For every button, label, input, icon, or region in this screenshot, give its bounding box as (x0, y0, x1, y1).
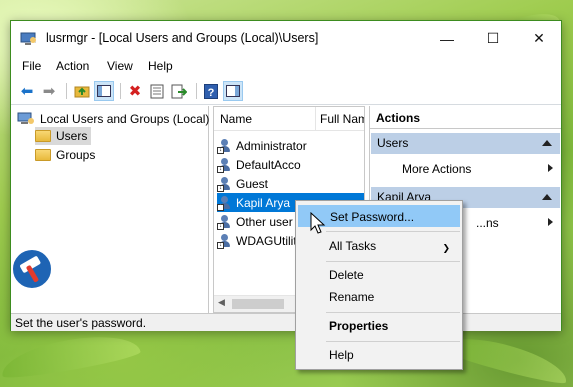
status-bar: Set the user's password. (11, 313, 561, 331)
close-button[interactable]: ✕ (516, 21, 562, 56)
background-leaf (0, 328, 142, 382)
tree-root[interactable]: Local Users and Groups (Local) (17, 110, 209, 128)
scrollbar-thumb[interactable] (232, 299, 284, 309)
user-icon: ↓ (217, 195, 233, 211)
section-title: Users (377, 136, 409, 150)
toolbar: ⬅ ➡ ✖ ? (11, 77, 561, 105)
user-name: DefaultAcco (236, 157, 301, 172)
action-more-actions-user[interactable]: ...ns (476, 216, 499, 230)
computer-users-icon (20, 32, 36, 45)
toolbar-separator (196, 83, 197, 99)
svg-text:?: ? (208, 87, 215, 99)
menu-help[interactable]: Help (148, 59, 173, 73)
menu-properties[interactable]: Properties (298, 315, 460, 337)
column-divider[interactable] (315, 107, 316, 131)
computer-users-icon (17, 112, 34, 124)
user-name: WDAGUtilit (236, 233, 297, 248)
action-more-actions[interactable]: More Actions (402, 162, 471, 176)
menu-action[interactable]: Action (56, 59, 89, 73)
user-icon: ↓ (217, 214, 233, 230)
menu-all-tasks[interactable]: All Tasks ❯ (298, 235, 460, 257)
user-name: Guest (236, 176, 269, 191)
column-name[interactable]: Name (220, 112, 252, 126)
properties-icon[interactable] (147, 81, 167, 101)
menu-separator (326, 341, 460, 342)
submenu-arrow-icon: ❯ (442, 243, 450, 253)
delete-icon[interactable]: ✖ (125, 81, 145, 101)
actions-header: Actions (370, 106, 561, 129)
actions-section-users[interactable]: Users (371, 133, 560, 154)
watermark-logo-icon (11, 248, 53, 290)
maximize-button[interactable]: ☐ (470, 21, 516, 56)
status-text: Set the user's password. (15, 316, 147, 330)
tree-root-label: Local Users and Groups (Local) (40, 112, 210, 126)
forward-arrow-icon[interactable]: ➡ (39, 81, 59, 101)
collapse-icon[interactable] (542, 140, 552, 146)
menu-label: Rename (329, 290, 375, 304)
lusrmgr-window: lusrmgr - [Local Users and Groups (Local… (10, 20, 562, 331)
minimize-button[interactable]: — (424, 21, 470, 56)
menu-view[interactable]: View (107, 59, 133, 73)
action-label: More Actions (402, 162, 472, 176)
help-icon[interactable]: ? (201, 81, 221, 101)
user-icon: ↓ (217, 157, 233, 173)
menu-label: Help (329, 348, 354, 362)
menu-label: Set Password... (330, 210, 415, 224)
user-name: Administrator (236, 138, 307, 153)
column-full-name[interactable]: Full Nam (320, 112, 364, 126)
user-icon: ↓ (217, 176, 233, 192)
user-row-guest[interactable]: ↓ Guest (217, 174, 364, 193)
mouse-cursor-icon (310, 212, 326, 234)
user-icon: ↓ (217, 138, 233, 154)
tree-item-groups[interactable]: Groups (35, 146, 95, 164)
user-row-defaultaccount[interactable]: ↓ DefaultAcco (217, 155, 364, 174)
folder-icon (35, 130, 51, 142)
show-hide-tree-icon[interactable] (94, 81, 114, 101)
submenu-arrow-icon (548, 218, 553, 226)
user-name: Kapil Arya (236, 195, 291, 210)
menu-help[interactable]: Help (298, 344, 460, 366)
window-title: lusrmgr - [Local Users and Groups (Local… (46, 31, 319, 45)
user-name: Other user (236, 214, 293, 229)
action-label: ...ns (476, 216, 499, 230)
back-arrow-icon[interactable]: ⬅ (17, 81, 37, 101)
tree-item-label: Users (56, 129, 88, 143)
menu-separator (326, 312, 460, 313)
collapse-icon[interactable] (542, 194, 552, 200)
show-hide-action-pane-icon[interactable] (223, 81, 243, 101)
title-bar[interactable]: lusrmgr - [Local Users and Groups (Local… (11, 21, 561, 56)
column-header: Name Full Nam (214, 107, 364, 131)
folder-icon (35, 149, 51, 161)
tree-item-label: Groups (56, 148, 96, 162)
menu-separator (326, 231, 460, 232)
menu-file[interactable]: File (22, 59, 41, 73)
menu-bar: File Action View Help (11, 56, 561, 76)
menu-label: Properties (329, 319, 389, 333)
submenu-arrow-icon (548, 164, 553, 172)
scroll-left-icon[interactable]: ◀ (218, 297, 225, 308)
toolbar-separator (66, 83, 67, 99)
toolbar-separator (120, 83, 121, 99)
menu-separator (326, 261, 460, 262)
user-row-administrator[interactable]: ↓ Administrator (217, 136, 364, 155)
menu-rename[interactable]: Rename (298, 286, 460, 308)
menu-label: All Tasks (329, 239, 377, 253)
menu-label: Delete (329, 268, 364, 282)
export-list-icon[interactable] (169, 81, 189, 101)
tree-item-users[interactable]: Users (35, 127, 92, 145)
user-icon: ↓ (217, 233, 233, 249)
menu-delete[interactable]: Delete (298, 264, 460, 286)
up-folder-icon[interactable] (72, 81, 92, 101)
